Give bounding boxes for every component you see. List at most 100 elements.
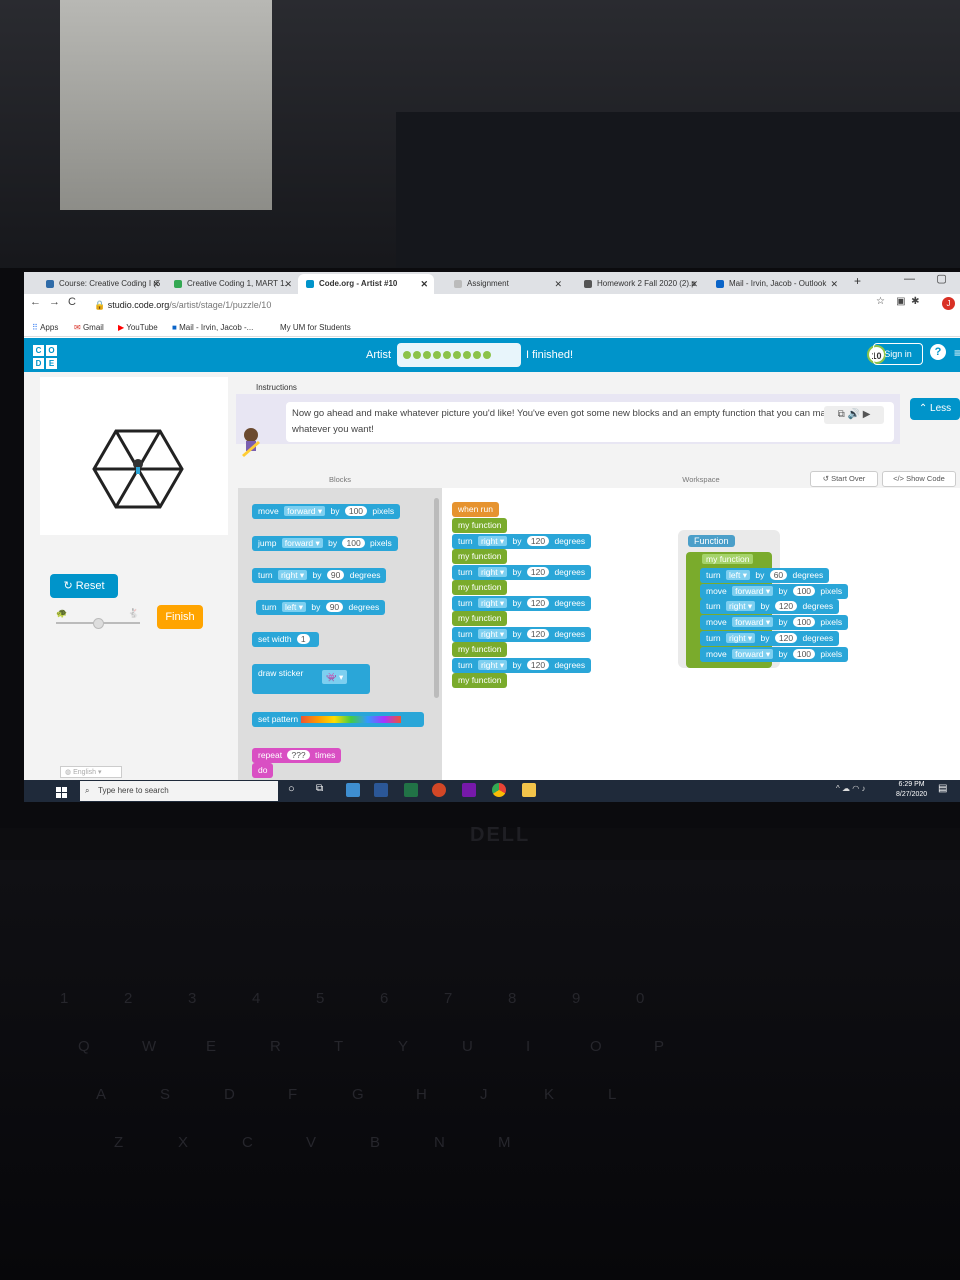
notification-icon[interactable]: ▤	[938, 783, 947, 794]
browser-tab[interactable]: Course: Creative Coding I (5 ✕	[38, 274, 166, 294]
turn-block[interactable]: turn right ▾ by 120 degrees	[452, 595, 592, 611]
function-body-block[interactable]: move forward ▾ by 100 pixels	[700, 615, 849, 631]
pattern-swatch[interactable]	[300, 716, 401, 724]
excel-icon[interactable]	[404, 783, 418, 797]
block-number-input[interactable]: 60	[769, 570, 788, 580]
completed-level-dot[interactable]	[473, 351, 481, 359]
block-dropdown[interactable]: left ▾	[726, 570, 750, 580]
file-explorer-icon[interactable]	[522, 783, 536, 797]
mail-app-icon[interactable]	[346, 783, 360, 797]
toolbox-block[interactable]: set width 1	[252, 632, 319, 647]
language-select[interactable]: ◍ English ▾	[60, 766, 122, 778]
taskbar-search[interactable]: ⌕ Type here to search	[80, 781, 278, 801]
browser-tab[interactable]: Creative Coding 1, MART 1. ✕	[166, 274, 298, 294]
window-controls[interactable]: — ▢	[904, 272, 947, 285]
browser-tab[interactable]: Assignment ✕	[446, 274, 568, 294]
hamburger-icon[interactable]: ≡	[954, 346, 960, 360]
function-body-block[interactable]: turn right ▾ by 120 degrees	[700, 630, 840, 646]
url-field[interactable]: 🔒 studio.code.org/s/artist/stage/1/puzzl…	[94, 300, 271, 311]
completed-level-dot[interactable]	[433, 351, 441, 359]
function-body-block[interactable]: move forward ▾ by 100 pixels	[700, 583, 849, 599]
system-tray[interactable]: ^ ☁ ◠ ♪	[836, 784, 865, 793]
translate-icon[interactable]: ⧉	[838, 409, 845, 420]
finished-link[interactable]: I finished!	[526, 349, 573, 361]
block-dropdown[interactable]: forward ▾	[732, 648, 774, 659]
block-number-input[interactable]: 100	[792, 585, 816, 596]
forward-icon[interactable]: →	[49, 296, 68, 308]
block-dropdown[interactable]: right ▾	[478, 566, 508, 577]
block-dropdown[interactable]: right ▾	[726, 601, 756, 612]
volume-icon[interactable]: ♪	[861, 784, 865, 793]
close-icon[interactable]: ✕	[690, 274, 698, 294]
call-function-block[interactable]: my function	[452, 642, 508, 657]
block-number-input[interactable]: 90	[325, 602, 344, 612]
speaker-icon[interactable]: 🔊	[847, 409, 859, 420]
speed-slider[interactable]: 🐢 🐇	[56, 608, 140, 629]
nav-buttons[interactable]: ←→C	[30, 296, 84, 308]
completed-level-dot[interactable]	[413, 351, 421, 359]
cortana-icon[interactable]: ○	[288, 783, 295, 795]
bookmark-apps[interactable]: ⠿ Apps	[32, 323, 58, 332]
finish-button[interactable]: Finish	[157, 605, 203, 629]
close-icon[interactable]: ✕	[554, 274, 562, 294]
turn-block[interactable]: turn right ▾ by 120 degrees	[452, 533, 592, 549]
address-bar-icons[interactable]: ☆ ▣ ✱	[876, 296, 920, 307]
bookmark-mail[interactable]: ■ Mail - Irvin, Jacob -...	[172, 323, 253, 332]
block-dropdown[interactable]: left ▾	[282, 602, 306, 612]
reload-icon[interactable]: C	[68, 296, 84, 308]
block-number-input[interactable]: 100	[342, 538, 365, 548]
block-number-input[interactable]: 120	[526, 597, 550, 608]
toolbox-block[interactable]: turn left ▾ by 90 degrees	[256, 600, 386, 615]
star-icon[interactable]: ☆	[876, 296, 885, 307]
profile-avatar[interactable]: J	[942, 297, 955, 310]
back-icon[interactable]: ←	[30, 296, 49, 308]
call-function-block[interactable]: my function	[452, 580, 508, 595]
call-function-block[interactable]: my function	[452, 611, 508, 626]
close-icon[interactable]: ✕	[420, 274, 428, 294]
less-button[interactable]: ⌃ Less	[910, 398, 960, 420]
block-number-input[interactable]: 90	[326, 570, 345, 580]
windows-start-icon[interactable]	[56, 786, 68, 798]
puzzle-icon[interactable]: ✱	[911, 296, 919, 307]
block-number-input[interactable]: 120	[526, 659, 550, 670]
bookmark-myum[interactable]: My UM for Students	[280, 323, 351, 332]
block-dropdown[interactable]: right ▾	[478, 628, 508, 639]
block-number-input[interactable]: 120	[526, 566, 550, 577]
function-body-block[interactable]: move forward ▾ by 100 pixels	[700, 646, 849, 662]
toolbox-block[interactable]: repeat ??? times	[252, 748, 342, 763]
block-dropdown[interactable]: forward ▾	[732, 617, 774, 628]
block-number-input[interactable]: ???	[287, 750, 310, 760]
block-dropdown[interactable]: right ▾	[478, 659, 508, 670]
function-name-block[interactable]: my function	[696, 552, 760, 566]
block-dropdown[interactable]: right ▾	[478, 597, 508, 608]
completed-level-dot[interactable]	[453, 351, 461, 359]
block-number-input[interactable]: 120	[774, 601, 798, 612]
turn-block[interactable]: turn right ▾ by 120 degrees	[452, 626, 592, 642]
codeorg-logo[interactable]: C O D E	[33, 345, 59, 371]
block-dropdown[interactable]: right ▾	[726, 632, 756, 643]
block-number-input[interactable]: 100	[792, 617, 816, 628]
toolbox-block[interactable]: jump forward ▾ by 100 pixels	[252, 536, 398, 551]
extension-icon[interactable]: ▣	[896, 296, 905, 307]
bookmark-youtube[interactable]: ▶ YouTube	[118, 323, 158, 332]
block-dropdown[interactable]: right ▾	[278, 570, 308, 580]
bookmark-gmail[interactable]: ✉ Gmail	[74, 323, 104, 332]
toolbox-block[interactable]: move forward ▾ by 100 pixels	[252, 504, 401, 519]
when-run-block[interactable]: when run	[452, 502, 499, 517]
block-number-input[interactable]: 100	[792, 648, 816, 659]
browser-tab[interactable]: Mail - Irvin, Jacob - Outlook ✕	[708, 274, 844, 294]
block-number-input[interactable]: 120	[774, 632, 798, 643]
toolbox-block[interactable]: do	[252, 763, 274, 778]
browser-tab-active[interactable]: Code.org - Artist #10 ✕	[298, 274, 434, 294]
completed-level-dot[interactable]	[443, 351, 451, 359]
browser-tab[interactable]: Homework 2 Fall 2020 (2).p ✕	[576, 274, 704, 294]
new-tab-button[interactable]: +	[854, 274, 861, 288]
block-dropdown[interactable]: forward ▾	[281, 538, 323, 548]
play-icon[interactable]: ▶	[863, 409, 871, 420]
onenote-icon[interactable]	[462, 783, 476, 797]
close-icon[interactable]: ✕	[284, 274, 292, 294]
chrome-icon[interactable]	[492, 783, 506, 797]
reset-button[interactable]: ↻ Reset	[50, 574, 118, 598]
chevron-up-icon[interactable]: ^	[836, 784, 840, 793]
function-body-block[interactable]: turn right ▾ by 120 degrees	[700, 599, 840, 615]
